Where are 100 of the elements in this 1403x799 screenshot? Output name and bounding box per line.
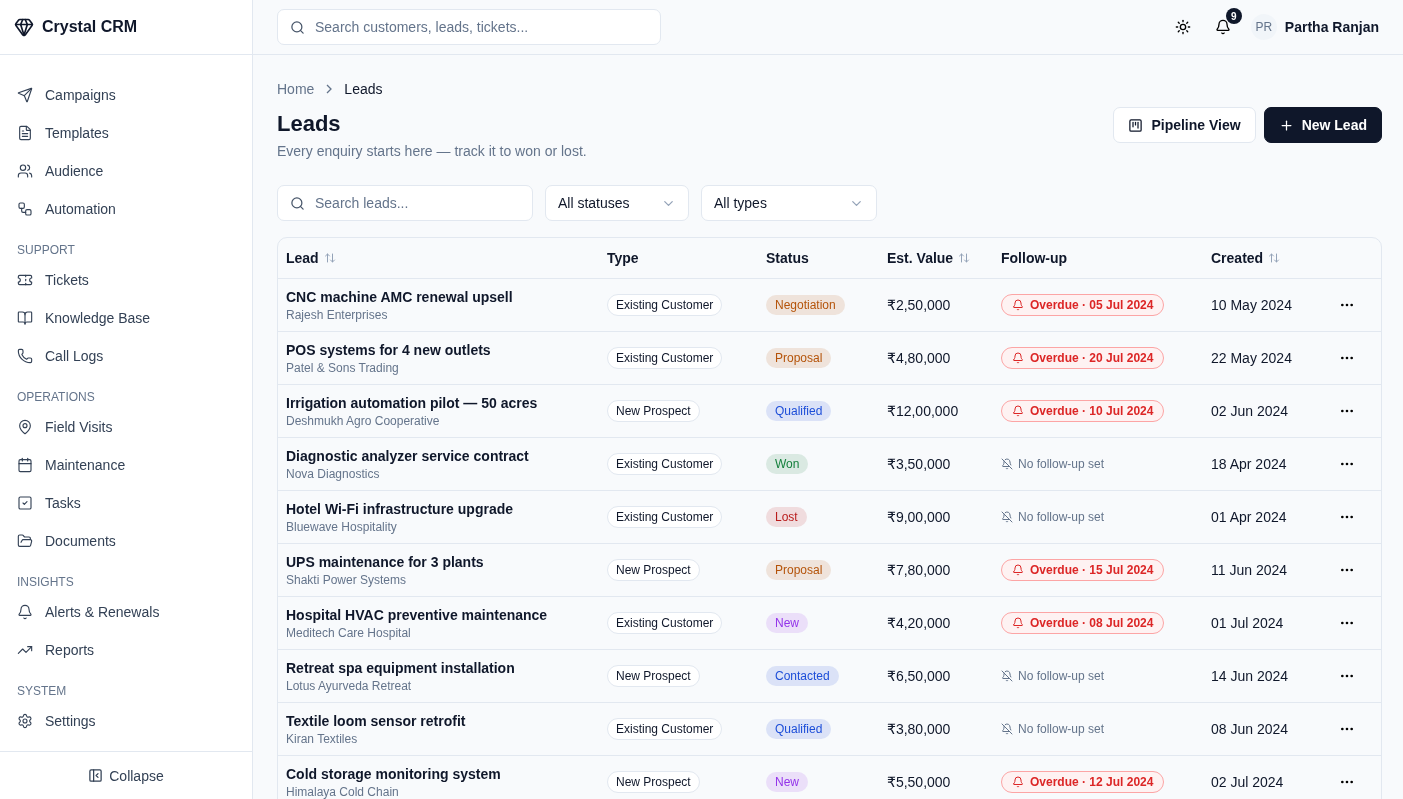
sidebar-item[interactable]: Documents xyxy=(0,522,252,560)
sidebar-item[interactable]: Audience xyxy=(0,152,252,190)
status-badge: Qualified xyxy=(766,401,832,421)
overdue-badge: Overdue · 08 Jul 2024 xyxy=(1001,612,1165,634)
column-header[interactable]: Lead xyxy=(286,250,336,266)
nav-icon xyxy=(17,457,33,473)
lead-name[interactable]: UPS maintenance for 3 plants xyxy=(286,553,607,570)
value-cell-text: ₹4,80,000 xyxy=(887,350,952,366)
page-subtitle: Every enquiry starts here — track it to won or lost. xyxy=(277,143,587,159)
date-cell-text: 02 Jul 2024 xyxy=(1211,774,1285,790)
filter-dropdown[interactable]: All statuses xyxy=(545,185,689,221)
page-title: Leads xyxy=(277,111,342,137)
sidebar-item[interactable]: Settings xyxy=(0,702,252,740)
value-cell-text: ₹3,80,000 xyxy=(887,721,952,737)
status-badge: New xyxy=(766,613,808,633)
type-tag: New Prospect xyxy=(607,771,700,793)
company-name: Shakti Power Systems xyxy=(286,572,408,587)
company-name: Nova Diagnostics xyxy=(286,466,381,481)
type-tag: Existing Customer xyxy=(607,347,723,369)
breadcrumb-link[interactable]: Home xyxy=(277,81,315,97)
overdue-badge: Overdue · 10 Jul 2024 xyxy=(1001,400,1165,422)
date-cell-text: 10 May 2024 xyxy=(1211,297,1293,313)
lead-name[interactable]: Hospital HVAC preventive maintenance xyxy=(286,606,607,623)
sidebar-item[interactable]: Reports xyxy=(0,631,252,669)
nav-icon xyxy=(17,125,33,141)
brand-name: Crystal CRM xyxy=(42,18,138,36)
value-cell-text: ₹3,50,000 xyxy=(887,456,952,472)
overdue-badge: Overdue · 15 Jul 2024 xyxy=(1001,559,1165,581)
date-cell-text: 02 Jun 2024 xyxy=(1211,403,1290,419)
type-tag: New Prospect xyxy=(607,665,700,687)
value-cell-text: ₹7,80,000 xyxy=(887,562,952,578)
sidebar-item[interactable]: Campaigns xyxy=(0,76,252,114)
status-badge: Lost xyxy=(766,507,807,527)
date-cell-text: 18 Apr 2024 xyxy=(1211,456,1288,472)
status-badge: Negotiation xyxy=(766,295,845,315)
nav-icon xyxy=(17,348,33,364)
lead-name[interactable]: CNC machine AMC renewal upsell xyxy=(286,288,607,305)
sidebar-item[interactable]: Call Logs xyxy=(0,337,252,375)
company-name: Deshmukh Agro Cooperative xyxy=(286,413,441,428)
date-cell-text: 01 Apr 2024 xyxy=(1211,509,1288,525)
bell-off-icon xyxy=(1001,511,1013,523)
follow-up-text: No follow-up set xyxy=(1001,669,1105,683)
bell-icon xyxy=(1012,352,1024,364)
sidebar-item[interactable]: Knowledge Base xyxy=(0,299,252,337)
column-header[interactable]: Est. Value xyxy=(887,250,971,266)
type-tag: New Prospect xyxy=(607,559,700,581)
status-badge: Contacted xyxy=(766,666,839,686)
value-cell-text: ₹6,50,000 xyxy=(887,668,952,684)
sidebar-item[interactable]: Maintenance xyxy=(0,446,252,484)
type-tag: New Prospect xyxy=(607,400,700,422)
lead-name[interactable]: Diagnostic analyzer service contract xyxy=(286,447,607,464)
bell-icon xyxy=(1012,564,1024,576)
overdue-badge: Overdue · 05 Jul 2024 xyxy=(1001,294,1165,316)
search-field[interactable]: Search leads... xyxy=(277,185,533,221)
company-name: Kiran Textiles xyxy=(286,731,359,746)
new-lead-button[interactable]: New Lead xyxy=(1263,107,1382,143)
search-input[interactable]: Search leads... xyxy=(313,194,520,212)
lead-name[interactable]: Retreat spa equipment installation xyxy=(286,659,607,676)
bell-off-icon xyxy=(1001,723,1013,735)
company-name: Patel & Sons Trading xyxy=(286,360,400,375)
sidebar-item[interactable]: Field Visits xyxy=(0,408,252,446)
status-badge: Proposal xyxy=(766,560,832,580)
pipeline-view-button[interactable]: Pipeline View xyxy=(1113,107,1256,143)
nav-icon xyxy=(17,272,33,288)
sidebar-item[interactable]: Tickets xyxy=(0,261,252,299)
filter-dropdown[interactable]: All types xyxy=(701,185,877,221)
value-cell-text: ₹4,20,000 xyxy=(887,615,952,631)
column-header[interactable]: Created xyxy=(1211,250,1281,266)
column-header: Status xyxy=(766,250,809,266)
bell-icon xyxy=(1012,299,1024,311)
lead-name[interactable]: Hotel Wi-Fi infrastructure upgrade xyxy=(286,500,607,517)
sort-icon xyxy=(958,252,971,264)
section-heading: OPERATIONS xyxy=(16,389,96,406)
lead-name[interactable]: Irrigation automation pilot — 50 acres xyxy=(286,394,607,411)
sidebar-item[interactable]: Alerts & Renewals xyxy=(0,593,252,631)
nav-icon xyxy=(17,163,33,179)
search-icon xyxy=(290,195,305,211)
search-input[interactable]: Search customers, leads, tickets... xyxy=(313,18,648,36)
company-name: Meditech Care Hospital xyxy=(286,625,412,640)
search-field[interactable]: Search customers, leads, tickets... xyxy=(277,9,661,45)
sidebar-item[interactable]: Templates xyxy=(0,114,252,152)
follow-up-text: No follow-up set xyxy=(1001,510,1105,524)
follow-up-text: No follow-up set xyxy=(1001,457,1105,471)
company-name: Lotus Ayurveda Retreat xyxy=(286,678,413,693)
sort-icon xyxy=(323,252,336,264)
nav-icon xyxy=(17,495,33,511)
sidebar-item[interactable]: Automation xyxy=(0,190,252,228)
follow-up-text: No follow-up set xyxy=(1001,722,1105,736)
lead-name[interactable]: Textile loom sensor retrofit xyxy=(286,712,607,729)
type-tag: Existing Customer xyxy=(607,453,723,475)
breadcrumb-link[interactable]: Leads xyxy=(344,81,383,97)
lead-name[interactable]: POS systems for 4 new outlets xyxy=(286,341,607,358)
bell-off-icon xyxy=(1001,670,1013,682)
company-name: Himalaya Cold Chain xyxy=(286,784,400,799)
plus-icon xyxy=(1278,117,1294,133)
avatar[interactable]: PR xyxy=(1250,14,1277,40)
overdue-badge: Overdue · 20 Jul 2024 xyxy=(1001,347,1165,369)
user-name: Partha Ranjan xyxy=(1284,19,1379,35)
lead-name[interactable]: Cold storage monitoring system xyxy=(286,765,607,782)
sidebar-item[interactable]: Tasks xyxy=(0,484,252,522)
